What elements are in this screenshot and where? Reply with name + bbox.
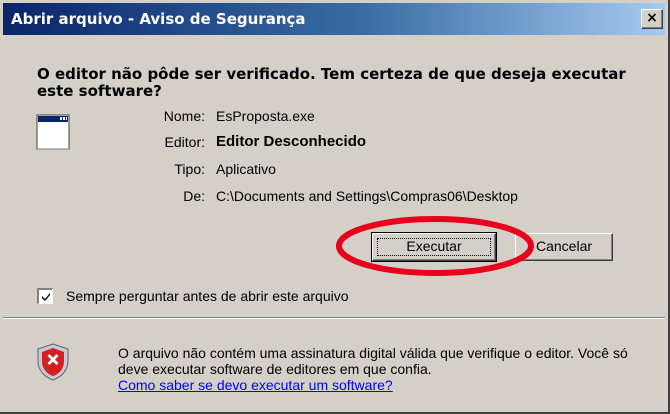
type-label: Tipo: [174, 161, 205, 177]
window-title: Abrir arquivo - Aviso de Segurança [11, 10, 306, 28]
divider-highlight [3, 318, 665, 319]
warning-text: O arquivo não contém uma assinatura digi… [118, 345, 628, 377]
always-ask-checkbox[interactable] [37, 288, 53, 304]
security-warning-dialog: Abrir arquivo - Aviso de Segurança × O e… [0, 0, 670, 414]
warning-message: O arquivo não contém uma assinatura digi… [118, 345, 658, 393]
from-value: C:\Documents and Settings\Compras06\Desk… [216, 188, 518, 204]
publisher-label: Editor: [164, 134, 205, 150]
red-highlight-ellipse [336, 216, 534, 276]
name-value: EsProposta.exe [216, 108, 315, 124]
type-value: Aplicativo [216, 161, 276, 177]
publisher-value: Editor Desconhecido [216, 133, 367, 150]
warning-heading: O editor não pôde ser verificado. Tem ce… [37, 65, 626, 100]
title-bar[interactable]: Abrir arquivo - Aviso de Segurança × [3, 3, 665, 35]
help-link[interactable]: Como saber se devo executar um software? [118, 377, 393, 393]
checkmark-icon [42, 293, 50, 301]
cancel-button-label: Cancelar [535, 238, 593, 254]
from-label: De: [183, 188, 205, 204]
shield-x-icon [37, 343, 69, 381]
name-label: Nome: [163, 108, 205, 124]
close-button[interactable]: × [641, 9, 663, 29]
application-window-icon [36, 114, 70, 150]
close-icon: × [646, 10, 658, 26]
always-ask-label[interactable]: Sempre perguntar antes de abrir este arq… [66, 288, 349, 304]
